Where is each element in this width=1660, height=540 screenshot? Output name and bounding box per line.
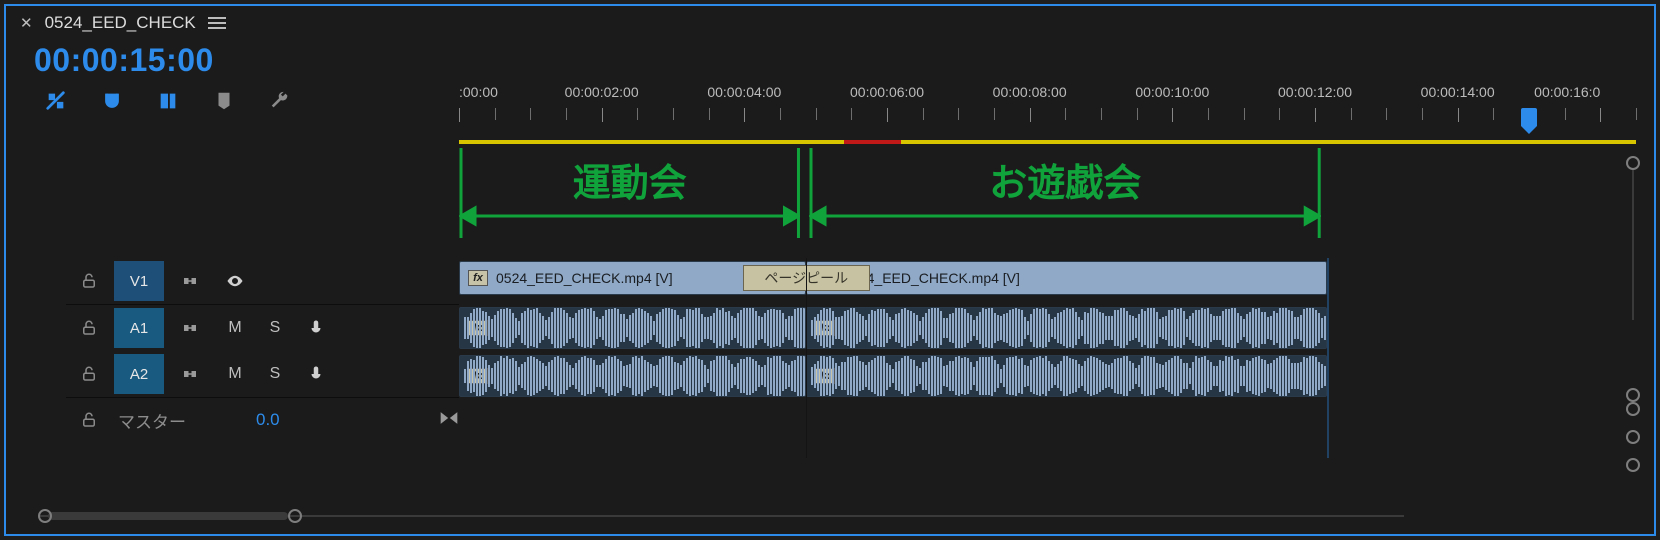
track-headers: V1 A1 M S A2 M S マスター 0.0 bbox=[66, 258, 459, 442]
v-scroll-bottom[interactable] bbox=[1626, 388, 1640, 402]
playhead-line bbox=[1327, 258, 1329, 458]
master-db-value[interactable]: 0.0 bbox=[256, 410, 280, 430]
voice-over-icon[interactable] bbox=[296, 354, 336, 394]
ruler-label: 00:00:14:00 bbox=[1421, 84, 1495, 100]
bowtie-icon[interactable] bbox=[439, 410, 459, 431]
playhead-indicator[interactable] bbox=[1521, 108, 1537, 126]
track-label-a1[interactable]: A1 bbox=[114, 308, 164, 348]
ruler-label: :00:00 bbox=[459, 84, 498, 100]
v-zoom-top[interactable] bbox=[1626, 402, 1640, 416]
vertical-zoom-scroll[interactable] bbox=[1616, 144, 1650, 484]
track-header-v1: V1 bbox=[66, 258, 459, 304]
sync-lock-icon[interactable] bbox=[166, 354, 214, 394]
track-header-a2: A2 M S bbox=[66, 351, 459, 397]
track-a1[interactable]: fxfx bbox=[459, 304, 1410, 352]
sequence-tab-title[interactable]: 0524_EED_CHECK bbox=[45, 13, 196, 33]
sync-lock-icon[interactable] bbox=[166, 308, 214, 348]
voice-over-icon[interactable] bbox=[296, 308, 336, 348]
panel-menu-icon[interactable] bbox=[208, 17, 226, 29]
annotation-range: 運動会 bbox=[459, 148, 800, 238]
insert-overwrite-icon[interactable] bbox=[44, 89, 68, 113]
v-zoom-mid[interactable] bbox=[1626, 430, 1640, 444]
audio-clip[interactable]: fx bbox=[459, 355, 806, 397]
track-a2[interactable]: fxfx bbox=[459, 352, 1410, 400]
ruler-label: 00:00:16:0 bbox=[1534, 84, 1600, 100]
master-track-row: マスター 0.0 bbox=[66, 398, 459, 442]
ruler-label: 00:00:04:00 bbox=[707, 84, 781, 100]
mute-toggle[interactable]: M bbox=[216, 308, 254, 348]
ruler-label: 00:00:08:00 bbox=[993, 84, 1067, 100]
clip-boundary bbox=[806, 258, 807, 458]
lock-toggle[interactable] bbox=[66, 354, 112, 394]
lock-toggle[interactable] bbox=[66, 308, 112, 348]
ruler-label: 00:00:02:00 bbox=[565, 84, 639, 100]
track-header-a1: A1 M S bbox=[66, 305, 459, 351]
video-clip[interactable]: fx0524_EED_CHECK.mp4 [V] bbox=[806, 261, 1327, 295]
annotation-range: お遊戯会 bbox=[809, 148, 1321, 238]
linked-selection-icon[interactable] bbox=[156, 89, 180, 113]
clip-title: 0524_EED_CHECK.mp4 [V] bbox=[496, 270, 673, 286]
settings-wrench-icon[interactable] bbox=[268, 89, 292, 113]
timeline-tracks[interactable]: fx0524_EED_CHECK.mp4 [V]fx0524_EED_CHECK… bbox=[459, 258, 1410, 458]
mute-toggle[interactable]: M bbox=[216, 354, 254, 394]
track-label-v1[interactable]: V1 bbox=[114, 261, 164, 301]
fx-badge-icon[interactable]: fx bbox=[468, 270, 488, 286]
annotation-overlay: 運動会お遊戯会 bbox=[459, 148, 1410, 240]
master-label: マスター bbox=[112, 408, 232, 433]
v-zoom-bottom[interactable] bbox=[1626, 458, 1640, 472]
current-timecode[interactable]: 00:00:15:00 bbox=[6, 40, 1654, 79]
horizontal-navigator[interactable] bbox=[28, 506, 1414, 526]
close-tab-icon[interactable]: ✕ bbox=[20, 14, 33, 32]
audio-clip[interactable]: fx bbox=[459, 307, 806, 349]
h-navigator-right-knob[interactable] bbox=[288, 509, 302, 523]
audio-clip[interactable]: fx bbox=[806, 355, 1327, 397]
lock-toggle[interactable] bbox=[66, 411, 112, 429]
v-scroll-top[interactable] bbox=[1626, 156, 1640, 170]
time-ruler[interactable]: :00:00 00:00:02:00 00:00:04:00 00:00:06:00 0… bbox=[459, 84, 1632, 144]
track-v1[interactable]: fx0524_EED_CHECK.mp4 [V]fx0524_EED_CHECK… bbox=[459, 258, 1410, 304]
solo-toggle[interactable]: S bbox=[256, 308, 294, 348]
snap-icon[interactable] bbox=[100, 89, 124, 113]
solo-toggle[interactable]: S bbox=[256, 354, 294, 394]
audio-clip[interactable]: fx bbox=[806, 307, 1327, 349]
ruler-label: 00:00:12:00 bbox=[1278, 84, 1352, 100]
sync-lock-icon[interactable] bbox=[166, 261, 214, 301]
lock-toggle[interactable] bbox=[66, 261, 112, 301]
track-label-a2[interactable]: A2 bbox=[114, 354, 164, 394]
track-visibility-icon[interactable] bbox=[216, 261, 254, 301]
h-navigator-left-knob[interactable] bbox=[38, 509, 52, 523]
marker-icon[interactable] bbox=[212, 89, 236, 113]
ruler-label: 00:00:10:00 bbox=[1135, 84, 1209, 100]
ruler-label: 00:00:06:00 bbox=[850, 84, 924, 100]
